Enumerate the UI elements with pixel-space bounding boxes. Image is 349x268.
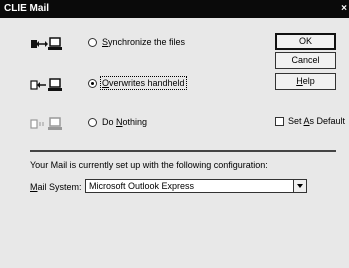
set-as-default-checkbox[interactable]: [275, 117, 284, 126]
cancel-button[interactable]: Cancel: [275, 52, 336, 69]
radio-do-nothing[interactable]: [88, 118, 97, 127]
mail-system-select[interactable]: Microsoft Outlook Express: [85, 179, 307, 193]
chevron-down-icon[interactable]: [293, 180, 306, 192]
radio-overwrites-handheld[interactable]: [88, 79, 97, 88]
separator: [30, 150, 336, 152]
option-label: Overwrites handheld: [100, 76, 187, 90]
sync-both-ways-icon: [31, 37, 62, 50]
mail-system-label: Mail System:: [30, 182, 82, 192]
title-bar: CLIE Mail ×: [0, 0, 349, 18]
option-label: Synchronize the files: [102, 37, 186, 47]
do-nothing-icon: [30, 117, 62, 130]
set-as-default-label: Set As Default: [288, 116, 346, 126]
radio-synchronize[interactable]: [88, 38, 97, 47]
window-title: CLIE Mail: [4, 3, 50, 14]
ok-button[interactable]: OK: [275, 33, 336, 50]
overwrite-handheld-icon: [30, 78, 62, 91]
config-message: Your Mail is currently set up with the f…: [30, 160, 268, 170]
option-label: Do Nothing: [102, 117, 148, 127]
mail-system-value: Microsoft Outlook Express: [89, 181, 195, 191]
help-button[interactable]: Help: [275, 73, 336, 90]
close-icon[interactable]: ×: [341, 3, 347, 14]
clie-mail-dialog: CLIE Mail × Synchronize the files Overwr…: [0, 0, 349, 268]
